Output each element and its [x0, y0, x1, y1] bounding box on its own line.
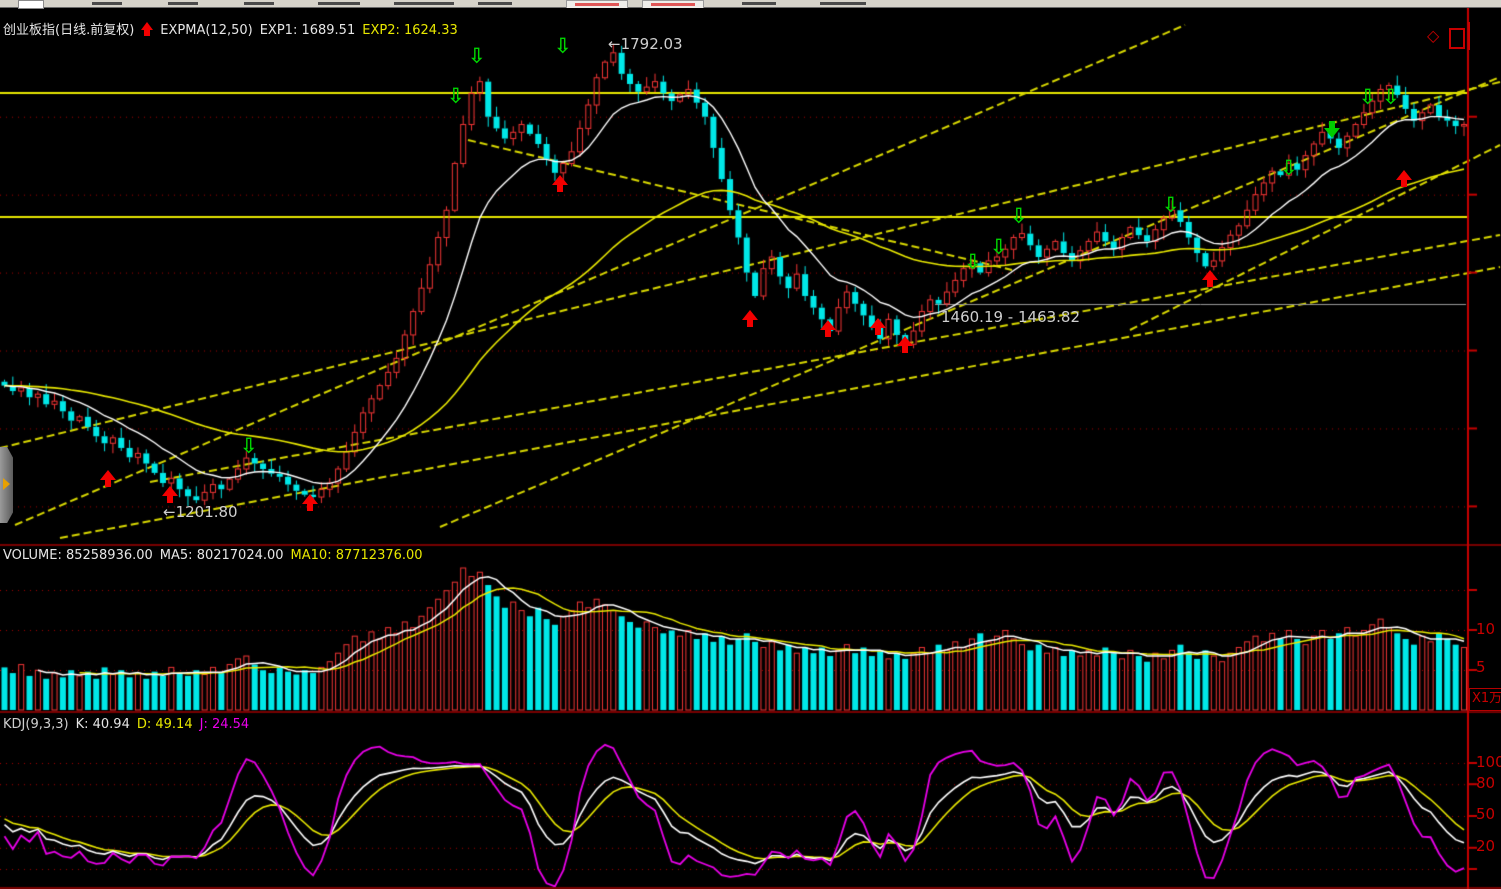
menu-text-fragment: [244, 2, 274, 5]
kdj-axis-label: 100: [1476, 754, 1501, 770]
indicator-label[interactable]: EXPMA(12,50): [160, 23, 252, 38]
main-chart-header: 创业板指(日线.前复权) EXPMA(12,50) EXP1: 1689.51 EXP…: [3, 22, 465, 39]
diamond-icon[interactable]: ◇: [1427, 27, 1439, 45]
up-arrow-icon: [141, 22, 153, 36]
menu-logo-box[interactable]: [18, 0, 44, 9]
menu-button[interactable]: [642, 0, 704, 8]
kdj-axis-label: 20: [1476, 838, 1495, 854]
menu-bar[interactable]: [0, 0, 1501, 8]
expand-arrow-icon: [3, 478, 10, 490]
menu-text-fragment: [318, 2, 360, 5]
menu-text-fragment: [820, 2, 866, 5]
volume-axis-label: 10: [1476, 621, 1495, 637]
menu-text-fragment: [92, 2, 122, 5]
low-annotation: ←1201.80: [163, 504, 238, 520]
kdj-d-value: D: 49.14: [137, 717, 193, 732]
range-annotation: 1460.19 - 1463.82: [941, 309, 1080, 325]
menu-text-fragment: [394, 2, 454, 5]
menu-button[interactable]: [566, 0, 628, 8]
kdj-label[interactable]: KDJ(9,3,3): [3, 717, 69, 732]
volume-value: VOLUME: 85258936.00: [3, 548, 153, 563]
menu-text-fragment: [478, 2, 512, 5]
volume-ma5-value: MA5: 80217024.00: [160, 548, 284, 563]
exp2-value: EXP2: 1624.33: [362, 23, 458, 38]
peak-annotation: ←1792.03: [608, 36, 683, 52]
exp1-value: EXP1: 1689.51: [260, 23, 356, 38]
chart-canvas[interactable]: [0, 0, 1501, 889]
tdx-window: ◇ 创业板指(日线.前复权) EXPMA(12,50) EXP1: 1689.51 E…: [0, 0, 1501, 889]
window-divider: [1468, 22, 1470, 50]
kdj-axis-label: 50: [1476, 806, 1495, 822]
instrument-title: 创业板指(日线.前复权): [3, 23, 134, 38]
sidebar-expand-handle[interactable]: [0, 447, 13, 523]
volume-header: VOLUME: 85258936.00 MA5: 80217024.00 MA10:…: [3, 547, 430, 564]
volume-unit-label: X1万: [1469, 688, 1501, 711]
kdj-j-value: J: 24.54: [200, 717, 250, 732]
volume-axis-label: 5: [1476, 659, 1486, 675]
kdj-axis-label: 80: [1476, 775, 1495, 791]
menu-text-fragment: [742, 2, 776, 5]
kdj-k-value: K: 40.94: [76, 717, 130, 732]
menu-text-fragment: [168, 2, 198, 5]
kdj-header: KDJ(9,3,3) K: 40.94 D: 49.14 J: 24.54: [3, 716, 256, 733]
volume-ma10-value: MA10: 87712376.00: [291, 548, 423, 563]
window-icon[interactable]: [1449, 28, 1465, 49]
